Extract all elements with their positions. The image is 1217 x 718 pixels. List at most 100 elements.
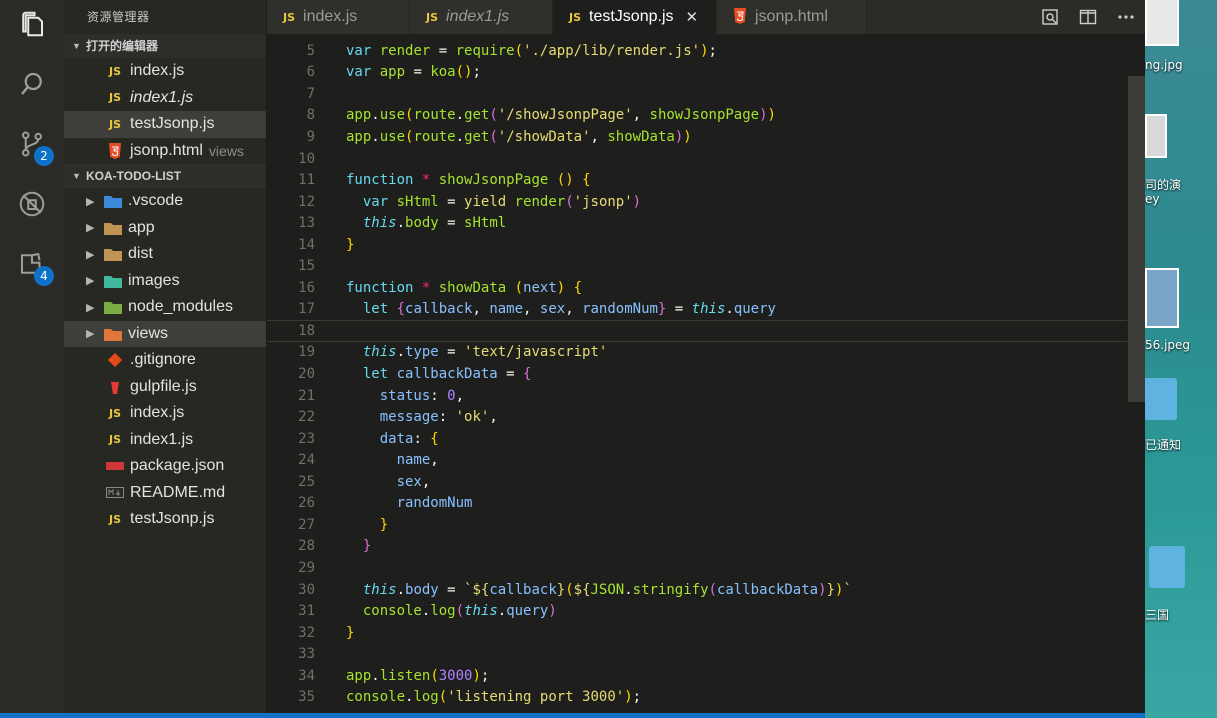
open-editor-index-js[interactable]: JS index.js [64, 58, 266, 85]
code-line[interactable]: 5 var render = require('./app/lib/render.… [267, 40, 1127, 62]
tab-index-js[interactable]: JS index.js [267, 0, 410, 34]
code-line[interactable]: 14} [267, 234, 1127, 256]
tree-file-gulpfile[interactable]: gulpfile.js [64, 374, 266, 401]
files-icon[interactable] [12, 4, 52, 44]
tab-jsonp-html[interactable]: jsonp.html [717, 0, 867, 34]
code-text: var sHtml = yield render('jsonp') [362, 193, 642, 210]
code-line[interactable]: 28 } [267, 536, 1127, 558]
code-line[interactable]: 31 console.log(this.query) [267, 600, 1127, 622]
code-line[interactable]: 7 [267, 83, 1127, 105]
code-text: let callbackData = { [362, 366, 532, 382]
tab-label: index.js [303, 8, 358, 25]
code-text: message: 'ok', [379, 409, 498, 426]
code-line[interactable]: 35 console.log('listening port 3000'); [267, 687, 1127, 709]
code-line[interactable]: 33 [267, 643, 1127, 665]
code-line[interactable]: 21 status: 0, [267, 385, 1127, 407]
desktop-folder-icon[interactable] [1145, 378, 1177, 420]
tree-file-gitignore[interactable]: .gitignore [64, 347, 266, 374]
code-line[interactable]: 11 function * showJsonpPage () { [267, 169, 1127, 191]
expanded-icon: ▼ [72, 171, 81, 181]
folder-icon [102, 219, 124, 237]
code-text: name, [396, 452, 439, 469]
code-line[interactable]: 9 app.use(route.get('/showData', showData… [267, 126, 1127, 148]
more-actions-icon[interactable] [1107, 0, 1145, 34]
js-file-icon: JS [108, 64, 121, 78]
tree-file-package-json[interactable]: package.json [64, 453, 266, 480]
code-line[interactable]: 26 randomNum [267, 493, 1127, 515]
tree-file-testjsonp-js[interactable]: JS testJsonp.js [64, 506, 266, 533]
code-text: let {callback, name, sex, randomNum} = t… [362, 301, 776, 318]
tree-folder-images[interactable]: ▶ images [64, 268, 266, 295]
git-icon [104, 351, 126, 369]
code-line[interactable]: 23 data: { [267, 428, 1127, 450]
js-file-icon: JS [108, 91, 121, 105]
code-text: } [346, 236, 355, 253]
tree-file-index-js[interactable]: JS index.js [64, 400, 266, 427]
code-line[interactable]: 27 } [267, 514, 1127, 536]
code-line[interactable]: 34 app.listen(3000); [267, 665, 1127, 687]
open-changes-icon[interactable] [1031, 0, 1069, 34]
desktop-folder-icon[interactable] [1149, 546, 1185, 588]
line-number: 24 [298, 452, 315, 469]
code-text: app.use(route.get('/showData', showData)… [346, 128, 692, 145]
open-editor-index1-js[interactable]: JS index1.js [64, 85, 266, 112]
code-line[interactable]: 19 this.type = 'text/javascript' [267, 342, 1127, 364]
chevron-right-icon: ▶ [86, 195, 95, 208]
desktop-doc-thumbnail[interactable] [1145, 114, 1167, 158]
code-line[interactable]: 6 var app = koa(); [267, 62, 1127, 84]
open-editors-header[interactable]: ▼ 打开的编辑器 [64, 34, 266, 58]
tab-testjsonp-js[interactable]: JS testJsonp.js ✕ [553, 0, 717, 34]
code-line[interactable]: 20 let callbackData = { [267, 363, 1127, 385]
code-line[interactable]: 15 [267, 256, 1127, 278]
tree-folder-node-modules[interactable]: ▶ node_modules [64, 294, 266, 321]
code-line[interactable]: 10 [267, 148, 1127, 170]
line-number: 22 [298, 409, 315, 426]
close-icon[interactable]: ✕ [686, 8, 699, 26]
code-line[interactable]: 17 let {callback, name, sex, randomNum} … [267, 299, 1127, 321]
tree-folder-vscode[interactable]: ▶ .vscode [64, 188, 266, 215]
code-editor[interactable]: 5 var render = require('./app/lib/render.… [267, 34, 1145, 713]
debug-icon[interactable] [12, 184, 52, 224]
tree-folder-app[interactable]: ▶ app [64, 215, 266, 242]
code-line[interactable]: 16 function * showData (next) { [267, 277, 1127, 299]
editor-scrollbar[interactable] [1128, 76, 1145, 402]
tree-file-readme[interactable]: README.md [64, 480, 266, 507]
js-file-icon: JS [426, 10, 439, 24]
split-editor-icon[interactable] [1069, 0, 1107, 34]
status-bar [0, 713, 1145, 718]
search-icon[interactable] [12, 64, 52, 104]
open-editors-label: 打开的编辑器 [86, 39, 159, 53]
desktop-photo-thumbnail[interactable] [1145, 268, 1179, 328]
tree-file-index1-js[interactable]: JS index1.js [64, 427, 266, 454]
desktop-image-thumbnail[interactable] [1145, 0, 1179, 46]
project-header[interactable]: ▼ KOA-TODO-LIST [64, 164, 266, 188]
folder-icon [102, 245, 124, 263]
line-number: 28 [298, 538, 315, 555]
tab-label: jsonp.html [755, 8, 828, 25]
open-editor-testjsonp-js[interactable]: JS testJsonp.js [64, 111, 266, 138]
code-line[interactable]: 18 [267, 320, 1127, 342]
code-line[interactable]: 12 var sHtml = yield render('jsonp') [267, 191, 1127, 213]
code-line[interactable]: 13 this.body = sHtml [267, 212, 1127, 234]
tree-label: .gitignore [130, 351, 196, 369]
js-file-icon: JS [569, 10, 582, 24]
line-number: 23 [298, 430, 315, 447]
code-line[interactable]: 32} [267, 622, 1127, 644]
code-text: randomNum [396, 495, 473, 512]
code-line[interactable]: 29 [267, 557, 1127, 579]
code-line[interactable]: 25 sex, [267, 471, 1127, 493]
code-text: app.listen(3000); [346, 667, 490, 684]
tab-index1-js[interactable]: JS index1.js [410, 0, 553, 34]
code-line[interactable]: 30 this.body = `${callback}(${JSON.strin… [267, 579, 1127, 601]
code-line[interactable]: 24 name, [267, 449, 1127, 471]
desktop-label: ey [1145, 192, 1160, 206]
code-text: var render = require('./app/lib/render.j… [346, 42, 717, 59]
extensions-badge: 4 [34, 266, 54, 286]
extensions-icon[interactable]: 4 [12, 244, 54, 286]
tree-folder-views[interactable]: ▶ views [64, 320, 266, 347]
code-line[interactable]: 22 message: 'ok', [267, 406, 1127, 428]
tree-folder-dist[interactable]: ▶ dist [64, 241, 266, 268]
open-editor-jsonp-html[interactable]: jsonp.html views [64, 138, 266, 165]
source-control-icon[interactable]: 2 [12, 124, 54, 166]
code-line[interactable]: 8 app.use(route.get('/showJsonpPage', sho… [267, 105, 1127, 127]
